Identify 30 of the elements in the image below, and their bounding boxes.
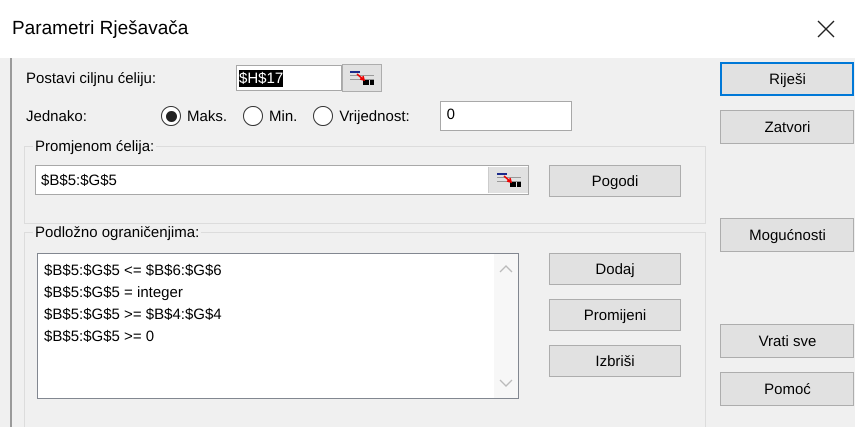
group-title: Promjenom ćelija:	[33, 138, 156, 155]
radio-option[interactable]: Maks.	[161, 106, 228, 126]
cell-range-icon	[349, 70, 375, 86]
dialog-button[interactable]: Vrati sve	[720, 324, 854, 358]
cell-range-icon	[496, 172, 522, 188]
constraint-item[interactable]: $B$5:$G$5 >= $B$4:$G$4	[44, 304, 222, 326]
constraint-button[interactable]: Dodaj	[549, 253, 681, 285]
target-cell-field[interactable]: $H$17	[236, 65, 342, 91]
constraints-list[interactable]: $B$5:$G$5 <= $B$6:$G$6 $B$5:$G$5 = integer $B$5:$G$5 >= $B$4:$G$4 $B$5:$G$5 >= 0	[37, 253, 519, 399]
constraint-item[interactable]: $B$5:$G$5 = integer	[44, 282, 222, 304]
guess-button[interactable]: Pogodi	[549, 165, 681, 197]
dialog-button[interactable]: Mogućnosti	[720, 218, 854, 252]
dialog-button[interactable]: Riješi	[720, 62, 854, 96]
dialog-button[interactable]: Pomoć	[720, 372, 854, 406]
range-select-button[interactable]	[342, 64, 382, 92]
dialog-button[interactable]: Zatvori	[720, 110, 854, 144]
constraint-button[interactable]: Izbriši	[549, 345, 681, 377]
close-icon[interactable]	[817, 20, 835, 38]
target-cell-label: Postavi ciljnu ćeliju:	[26, 70, 158, 86]
equal-to-label: Jednako:	[26, 108, 88, 124]
changing-cells-field[interactable]: $B$5:$G$5	[36, 172, 117, 188]
constraint-button[interactable]: Promijeni	[549, 299, 681, 331]
constraint-item[interactable]: $B$5:$G$5 <= $B$6:$G$6	[44, 260, 222, 282]
value-field[interactable]: 0	[440, 101, 572, 131]
constraint-item[interactable]: $B$5:$G$5 >= 0	[44, 326, 222, 348]
window-title: Parametri Rješavača	[12, 18, 188, 40]
radio-option[interactable]: Vrijednost:	[313, 106, 410, 126]
group-title: Podložno ograničenjima:	[33, 224, 202, 241]
radio-option[interactable]: Min.	[243, 106, 298, 126]
range-select-button[interactable]	[488, 167, 528, 193]
